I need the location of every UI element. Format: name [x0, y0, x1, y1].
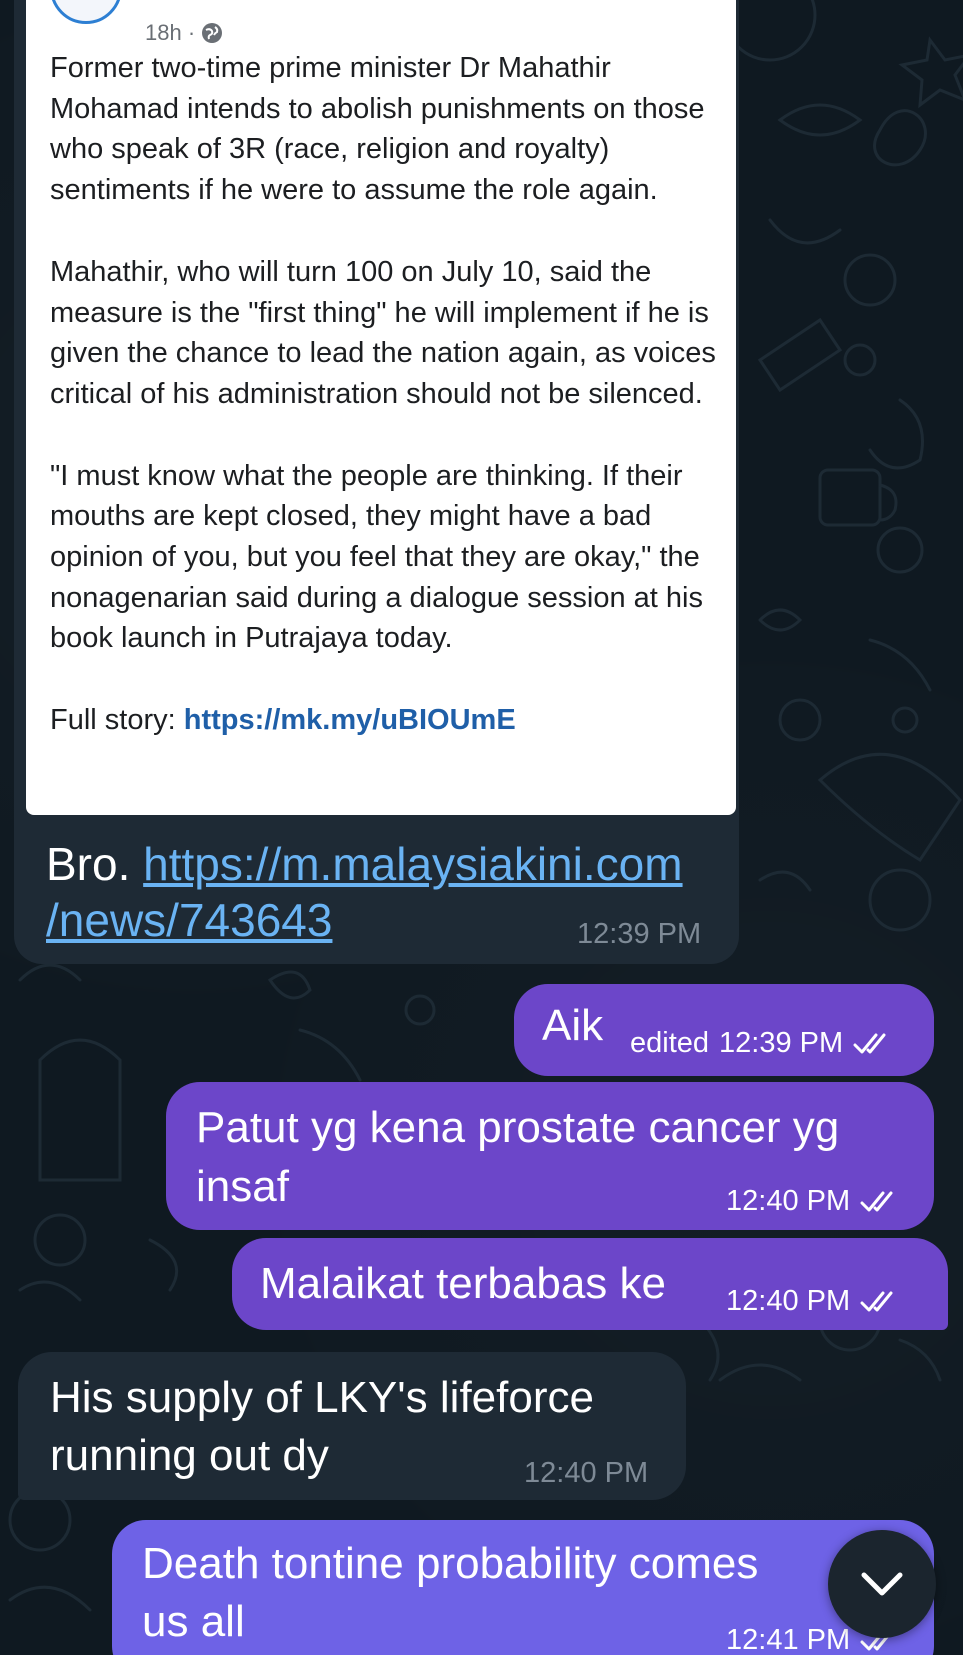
- message-time: 12:39 PM: [719, 1027, 844, 1059]
- chat-view[interactable]: 18h · Former two-time prime minister Dr …: [0, 0, 963, 1655]
- message-text-line: running out dy: [50, 1431, 329, 1480]
- post-paragraph: "I must know what the people are thinkin…: [50, 459, 703, 655]
- message-meta: 12:40 PM: [726, 1185, 900, 1218]
- message-text-line: us all: [142, 1597, 245, 1646]
- message-text-line: insaf: [196, 1162, 289, 1211]
- post-paragraph: Mahathir, who will turn 100 on July 10, …: [50, 255, 716, 410]
- post-paragraph: Former two-time prime minister Dr Mahath…: [50, 52, 705, 207]
- message-time: 12:40 PM: [524, 1457, 649, 1489]
- post-time-ago: 18h ·: [145, 20, 196, 45]
- message-link[interactable]: https://m.malaysiakini.com: [143, 838, 682, 890]
- message-prefix: Bro.: [46, 838, 144, 890]
- full-story-line: Full story: https://mk.my/uBIOUmE: [50, 700, 730, 741]
- message-text-line: Death tontine probability comes: [142, 1539, 759, 1588]
- chevron-down-icon: [861, 1572, 903, 1596]
- message-text-line: Patut yg kena prostate cancer yg: [196, 1103, 840, 1152]
- message-text: Malaikat terbabas ke: [260, 1259, 666, 1308]
- message-time: 12:41 PM: [726, 1624, 851, 1655]
- message-time: 12:40 PM: [726, 1185, 851, 1217]
- double-check-icon: [853, 1033, 886, 1053]
- full-story-link[interactable]: https://mk.my/uBIOUmE: [184, 704, 516, 736]
- full-story-label: Full story:: [50, 704, 184, 737]
- message-time: 12:39 PM: [577, 918, 702, 950]
- post-meta: 18h ·: [145, 20, 223, 46]
- post-body: Former two-time prime minister Dr Mahath…: [50, 48, 730, 741]
- double-check-icon: [860, 1191, 893, 1211]
- message-text: Aik: [542, 1001, 604, 1050]
- double-check-icon: [860, 1291, 893, 1311]
- message-meta: 12:40 PM: [726, 1285, 900, 1318]
- globe-icon: [202, 23, 223, 43]
- scroll-down-button[interactable]: [828, 1530, 936, 1638]
- message-link-continued[interactable]: /news/743643: [46, 894, 332, 946]
- message-time: 12:40 PM: [726, 1285, 851, 1317]
- edited-label: edited: [630, 1027, 710, 1059]
- message-text-line: His supply of LKY's lifeforce: [50, 1373, 594, 1422]
- message-meta: edited 12:39 PM: [630, 1027, 893, 1060]
